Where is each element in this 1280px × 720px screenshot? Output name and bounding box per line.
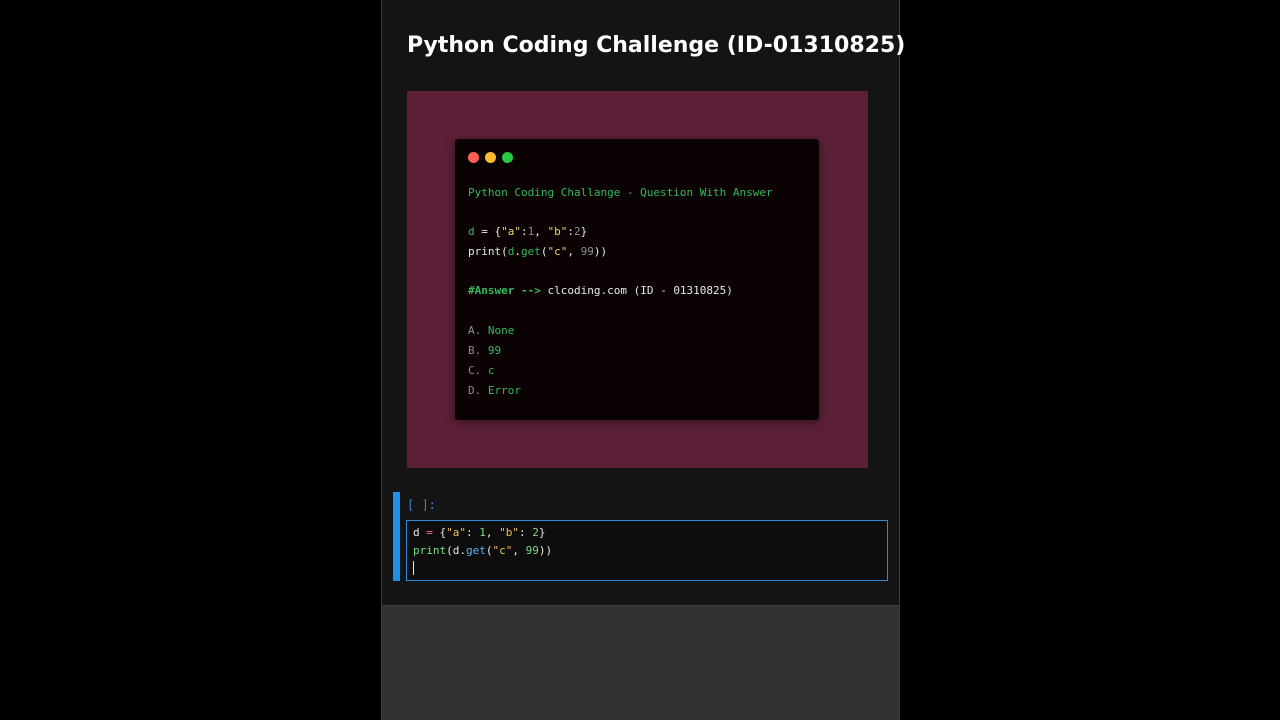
- option-text: None: [487, 324, 515, 337]
- code-line-2[interactable]: print(d.get("c", 99)): [413, 544, 552, 558]
- option-text: 99: [487, 344, 502, 357]
- option-key: C.: [468, 364, 482, 377]
- active-cell-indicator[interactable]: [393, 492, 400, 581]
- option-key: B.: [468, 344, 482, 357]
- code-cell-editor[interactable]: d = {"a": 1, "b": 2} print(d.get("c", 99…: [406, 520, 888, 581]
- maximize-dot-icon: [502, 152, 513, 163]
- option-key: A.: [468, 324, 482, 337]
- option-d: D. Error: [468, 384, 521, 398]
- window-controls: [468, 152, 513, 163]
- answer-line: #Answer --> clcoding.com (ID - 01310825): [468, 284, 733, 297]
- snippet-code-line-2: print(d.get("c", 99)): [468, 245, 608, 258]
- page-title: Python Coding Challenge (ID-01310825): [407, 33, 906, 58]
- close-dot-icon: [468, 152, 479, 163]
- option-a: A. None: [468, 324, 514, 338]
- option-text: c: [487, 364, 495, 377]
- option-c: C. c: [468, 364, 495, 378]
- text-cursor: [413, 561, 414, 575]
- notebook-page: Python Coding Challenge (ID-01310825) Py…: [381, 0, 905, 720]
- option-text: Error: [487, 384, 521, 397]
- notebook-area: Python Coding Challenge (ID-01310825) Py…: [382, 0, 905, 605]
- option-key: D.: [468, 384, 482, 397]
- cell-execution-prompt: [ ]:: [407, 498, 436, 512]
- minimize-dot-icon: [485, 152, 496, 163]
- code-line-1[interactable]: d = {"a": 1, "b": 2}: [413, 526, 546, 540]
- snippet-heading: Python Coding Challange - Question With …: [468, 186, 773, 199]
- code-window: Python Coding Challange - Question With …: [455, 139, 819, 420]
- snippet-code-line-1: d = {"a":1, "b":2}: [468, 225, 588, 238]
- challenge-image: Python Coding Challange - Question With …: [407, 91, 868, 468]
- option-b: B. 99: [468, 344, 501, 358]
